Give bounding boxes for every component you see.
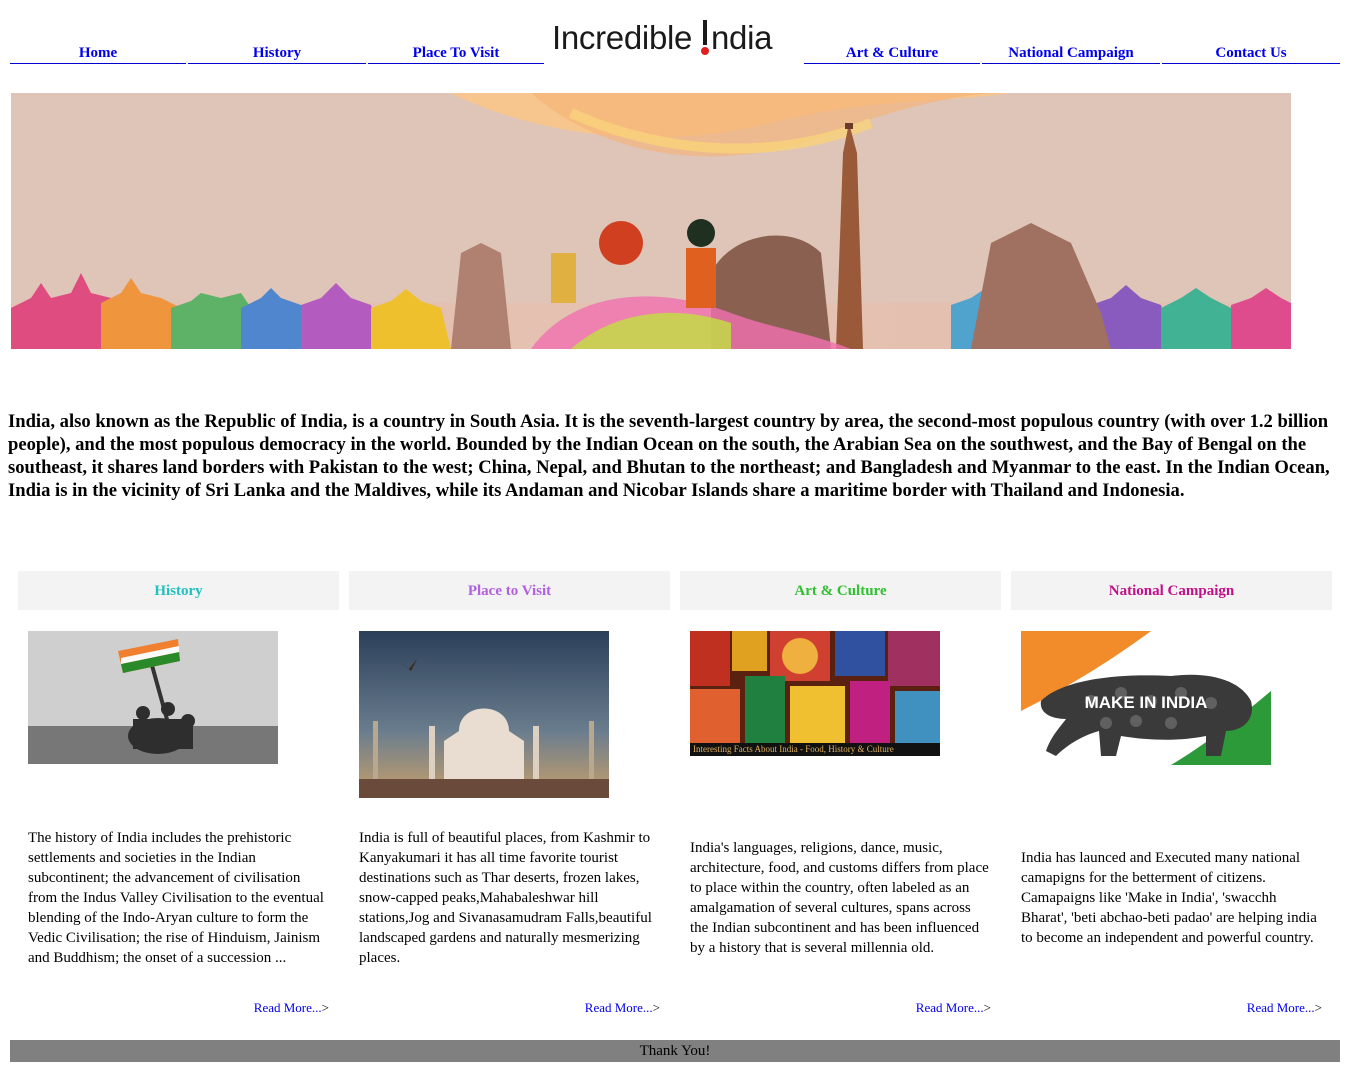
site-logo[interactable]: Incredible !ndia bbox=[552, 14, 784, 62]
banner-illustration bbox=[11, 93, 1291, 349]
art-culture-image-caption: Interesting Facts About India - Food, Hi… bbox=[690, 743, 940, 756]
nav-link-home[interactable]: Home bbox=[10, 44, 186, 64]
arrow-right-icon: > bbox=[652, 1000, 660, 1015]
card-text-art-culture: India's languages, religions, dance, mus… bbox=[690, 840, 989, 956]
nav-link-history[interactable]: History bbox=[188, 44, 366, 64]
arrow-right-icon: > bbox=[321, 1000, 329, 1015]
logo-text-second: ndia bbox=[710, 19, 773, 56]
card-text-national-campaign: India has launced and Executed many nati… bbox=[1021, 850, 1317, 946]
hero-banner-image bbox=[11, 93, 1291, 349]
read-more-label: Read More... bbox=[584, 1000, 653, 1015]
read-more-label: Read More... bbox=[253, 1000, 322, 1015]
logo-mark-dot bbox=[700, 47, 709, 55]
arrow-right-icon: > bbox=[1314, 1000, 1322, 1015]
card-history: History The history of India includes th… bbox=[18, 571, 339, 1021]
intro-paragraph: India, also known as the Republic of Ind… bbox=[8, 411, 1330, 501]
make-in-india-caption: MAKE IN INDIA bbox=[1084, 693, 1208, 712]
make-in-india-image: MAKE IN INDIA bbox=[1021, 631, 1271, 765]
card-title-national-campaign[interactable]: National Campaign bbox=[1011, 571, 1332, 610]
card-text-history: The history of India includes the prehis… bbox=[28, 830, 324, 966]
card-national-campaign: National Campaign MAKE IN INDIA India ha… bbox=[1011, 571, 1332, 1021]
nav-link-contact-us[interactable]: Contact Us bbox=[1162, 44, 1340, 64]
logo-mark-bar bbox=[702, 20, 707, 45]
card-place-to-visit: Place to Visit India is full of beautifu… bbox=[349, 571, 670, 1021]
art-culture-collage-image: Interesting Facts About India - Food, Hi… bbox=[690, 631, 940, 756]
card-title-art-culture[interactable]: Art & Culture bbox=[680, 571, 1001, 610]
read-more-national-campaign-link[interactable]: Read More...> bbox=[1247, 1000, 1322, 1016]
arrow-right-icon: > bbox=[983, 1000, 991, 1015]
card-art-culture: Art & Culture Interesting Facts About In… bbox=[680, 571, 1001, 1021]
card-title-place-to-visit[interactable]: Place to Visit bbox=[349, 571, 670, 610]
read-more-art-culture-link[interactable]: Read More...> bbox=[916, 1000, 991, 1016]
footer-text: Thank You! bbox=[639, 1043, 711, 1059]
card-title-history[interactable]: History bbox=[18, 571, 339, 610]
read-more-place-to-visit-link[interactable]: Read More...> bbox=[585, 1000, 660, 1016]
nav-link-place-to-visit[interactable]: Place To Visit bbox=[368, 44, 544, 64]
logo-exclamation-mark: ! bbox=[700, 14, 711, 62]
read-more-label: Read More... bbox=[915, 1000, 984, 1015]
read-more-history-link[interactable]: Read More...> bbox=[254, 1000, 329, 1016]
card-text-place-to-visit: India is full of beautiful places, from … bbox=[359, 830, 652, 966]
top-navigation: Home History Place To Visit Incredible !… bbox=[10, 0, 1340, 66]
logo-text-first: Incredible bbox=[552, 19, 701, 56]
footer-bar: Thank You! bbox=[10, 1040, 1340, 1062]
history-image bbox=[28, 631, 278, 764]
nav-link-art-culture[interactable]: Art & Culture bbox=[804, 44, 980, 64]
nav-link-national-campaign[interactable]: National Campaign bbox=[982, 44, 1160, 64]
read-more-label: Read More... bbox=[1246, 1000, 1315, 1015]
taj-mahal-image bbox=[359, 631, 609, 798]
